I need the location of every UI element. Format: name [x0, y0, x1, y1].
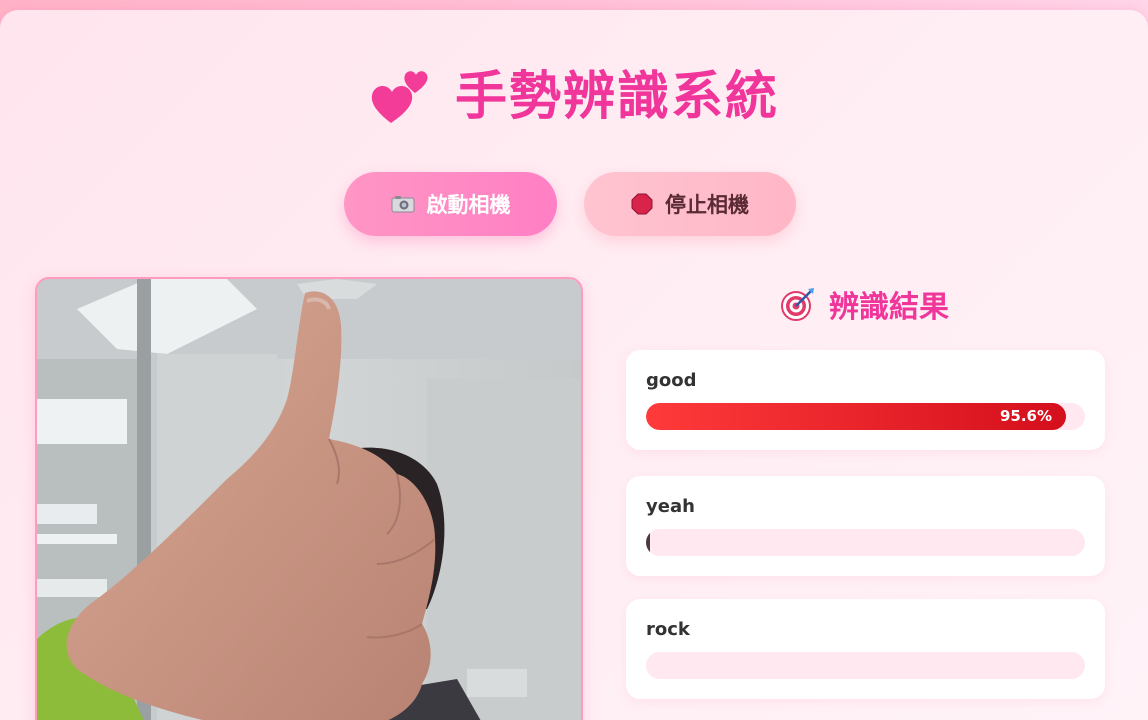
results-header: 辨識結果 — [620, 280, 1110, 328]
confidence-percent: 95.6% — [999, 407, 1052, 425]
result-card-yeah: yeah — [626, 476, 1105, 576]
result-label: yeah — [646, 496, 695, 517]
direct-hit-target-icon — [781, 288, 814, 321]
result-card-good: good 95.6% — [626, 350, 1105, 450]
stop-camera-button[interactable]: 停止相機 — [584, 172, 796, 236]
confidence-bar-track: 95.6% — [646, 403, 1085, 430]
result-label: rock — [646, 619, 690, 640]
stop-sign-icon — [631, 193, 653, 215]
camera-icon — [391, 196, 414, 213]
result-card-rock: rock — [626, 599, 1105, 699]
camera-controls: 啟動相機 停止相機 — [0, 172, 1148, 236]
confidence-bar-fill: 95.6% — [646, 403, 1066, 430]
start-camera-button[interactable]: 啟動相機 — [344, 172, 557, 236]
start-camera-label: 啟動相機 — [426, 193, 511, 217]
confidence-bar-track — [646, 529, 1085, 556]
result-label: good — [646, 370, 697, 391]
camera-feed-image — [37, 279, 581, 720]
confidence-bar-track — [646, 652, 1085, 679]
results-title: 辨識結果 — [829, 290, 949, 325]
confidence-bar-fill — [646, 529, 650, 556]
page-header: 手勢辨識系統 — [0, 62, 1148, 132]
stop-camera-label: 停止相機 — [665, 193, 749, 217]
main-card: 手勢辨識系統 啟動相機 停止相機 辨識結果 good 95.6% yeah ro… — [0, 10, 1148, 720]
two-hearts-icon — [371, 71, 428, 123]
camera-preview — [35, 277, 583, 720]
page-title: 手勢辨識系統 — [454, 67, 779, 127]
